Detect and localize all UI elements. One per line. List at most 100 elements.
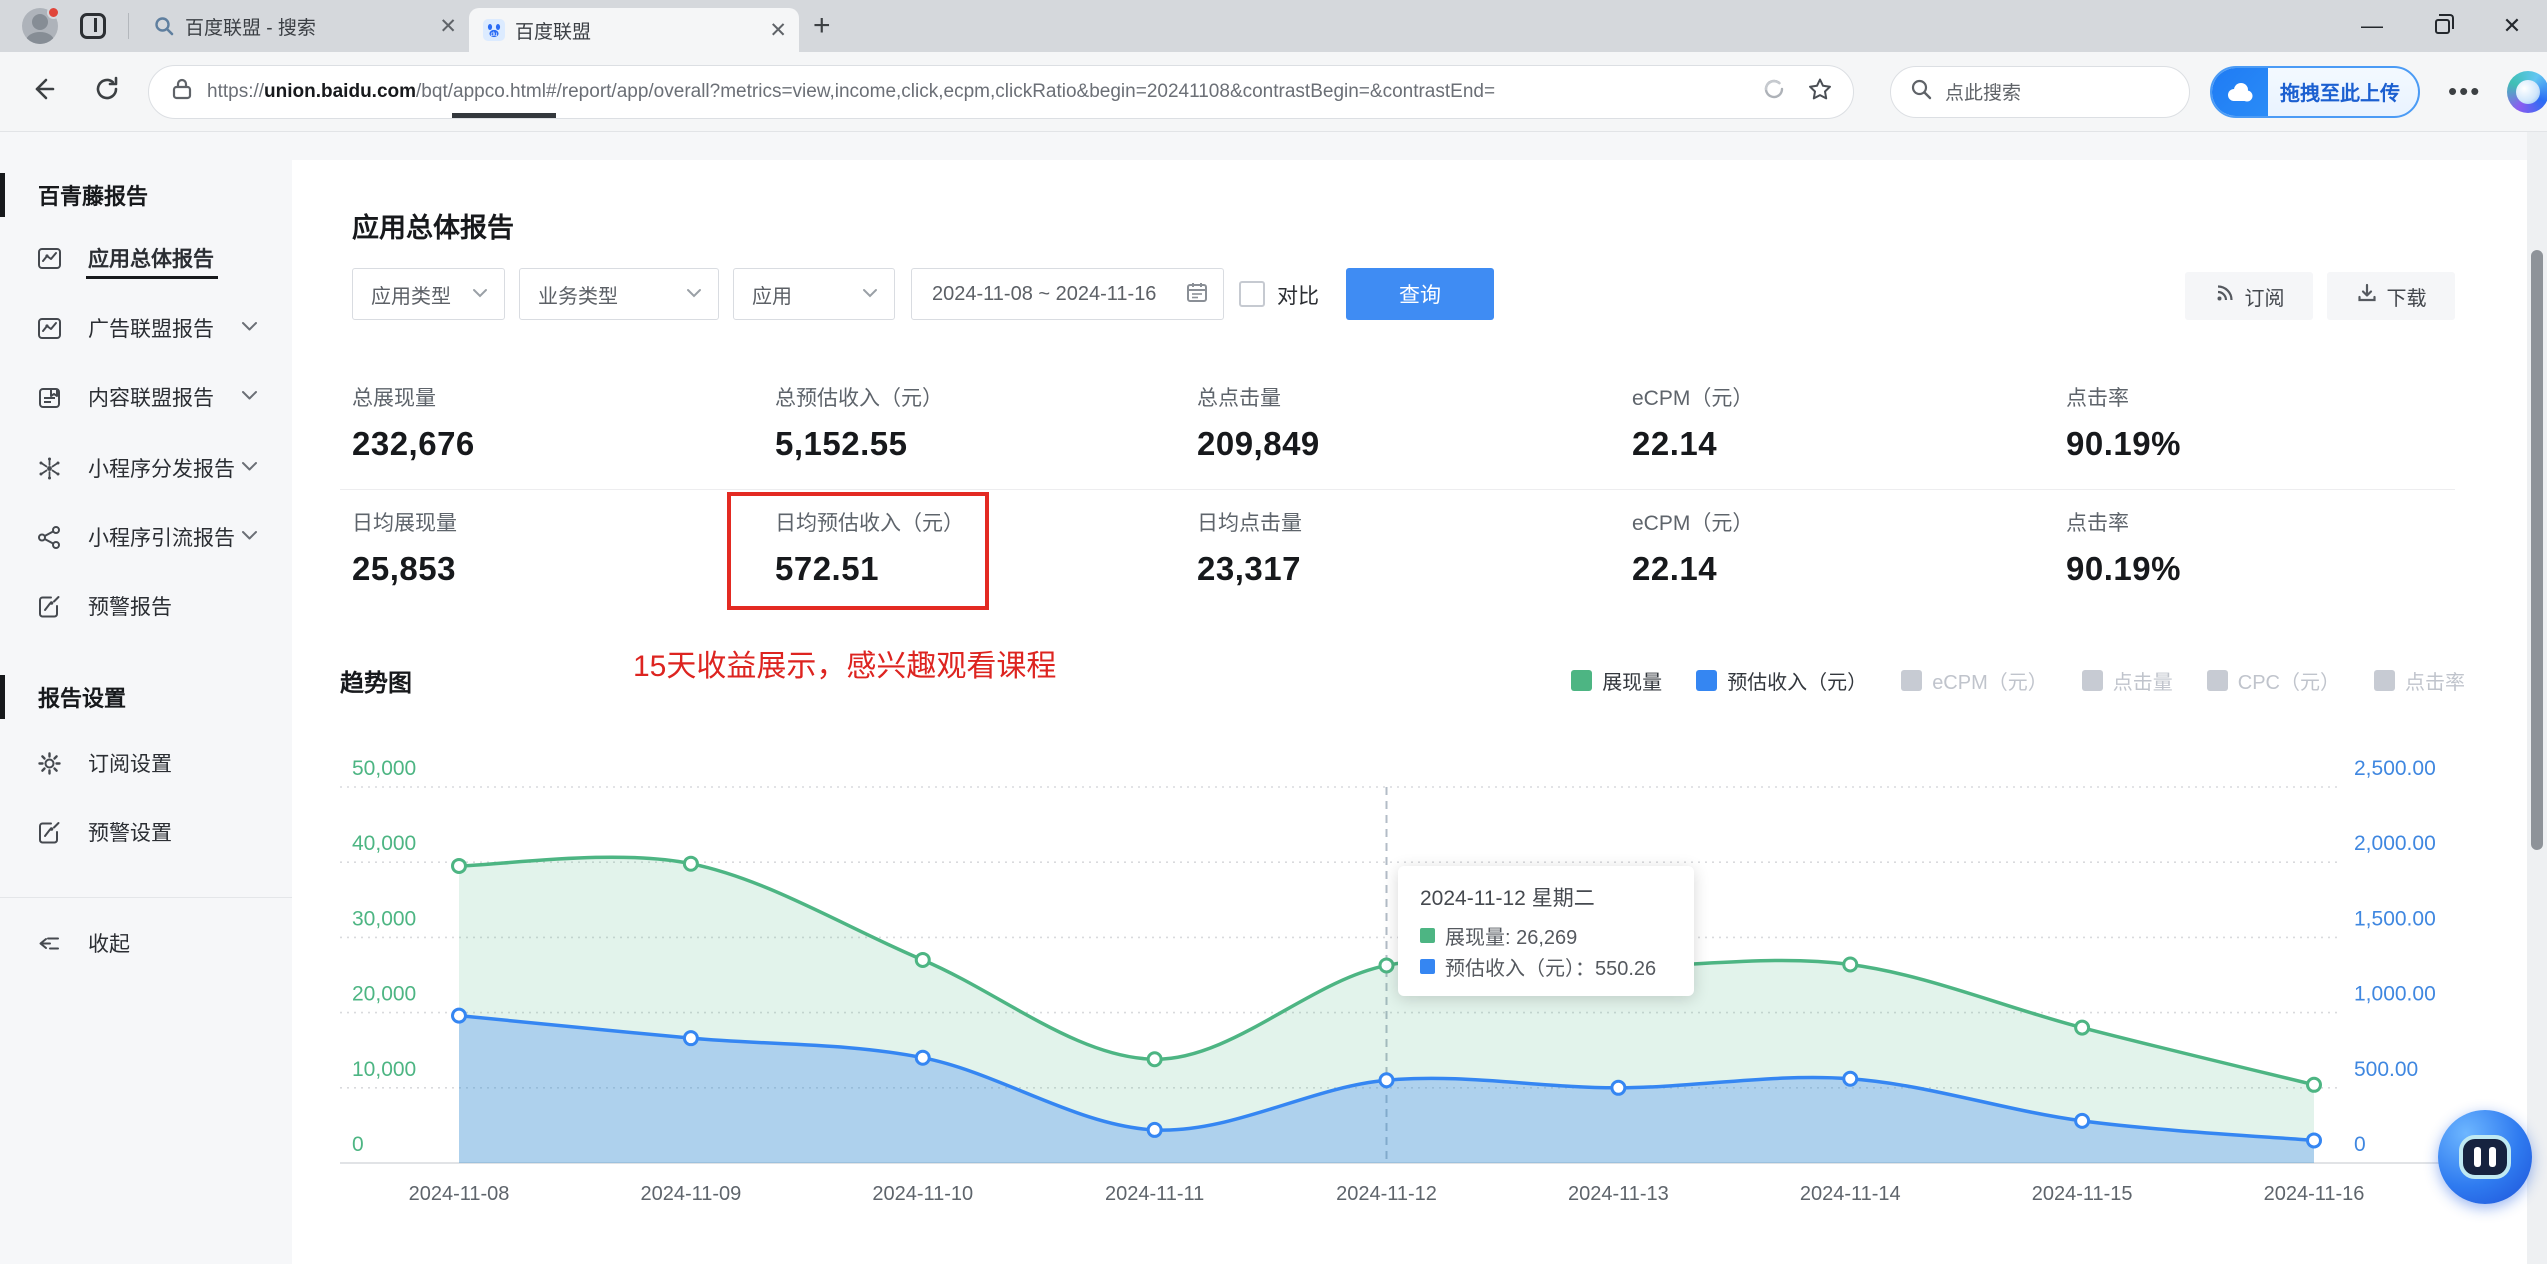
stat-label: 日均点击量 — [1197, 512, 1302, 535]
legend-item-CPC（元）[interactable]: CPC（元） — [2206, 666, 2340, 695]
chevron-down-icon — [862, 285, 878, 303]
content-report-icon — [36, 384, 63, 411]
download-icon — [2356, 282, 2378, 310]
copilot-icon[interactable] — [2507, 70, 2547, 113]
stat-value: 22.14 — [1632, 550, 1718, 587]
sidebar-item-订阅设置[interactable]: 订阅设置 — [0, 735, 292, 791]
legend-swatch — [2206, 670, 2228, 691]
legend-item-点击率[interactable]: 点击率 — [2374, 666, 2465, 695]
subscribe-button[interactable]: 订阅 — [2185, 272, 2313, 320]
stat-点击率: 点击率 90.19% — [2066, 382, 2466, 463]
restore-button[interactable] — [2407, 0, 2477, 52]
svg-text:2024-11-08: 2024-11-08 — [409, 1183, 510, 1205]
svg-text:2024-11-10: 2024-11-10 — [872, 1183, 973, 1205]
refresh-icon[interactable] — [92, 74, 122, 109]
minimize-button[interactable]: — — [2337, 0, 2407, 52]
favorite-star-icon[interactable] — [1807, 76, 1833, 107]
legend-item-展现量[interactable]: 展现量 — [1571, 666, 1662, 695]
red-highlight-box — [727, 492, 989, 610]
legend-item-预估收入（元）[interactable]: 预估收入（元） — [1696, 666, 1867, 695]
stat-value: 90.19% — [2066, 550, 2181, 587]
tab-close-icon[interactable]: ✕ — [769, 18, 787, 43]
date-range-input[interactable]: 2024-11-08 ~ 2024-11-16 — [911, 268, 1224, 320]
sidebar-section-title: 报告设置 — [38, 686, 127, 711]
data-point — [451, 857, 467, 874]
stat-value: 25,853 — [352, 550, 456, 587]
alert-report-icon — [36, 593, 63, 620]
lock-icon — [171, 77, 193, 106]
stat-日均预估收入（元）: 日均预估收入（元） 572.51 — [727, 492, 1175, 610]
legend-item-eCPM（元）[interactable]: eCPM（元） — [1901, 666, 2048, 695]
tooltip-series-value: 展现量: 26,269 — [1445, 927, 1578, 949]
sidebar-item-label: 预警设置 — [88, 822, 172, 845]
report-chart-icon — [36, 245, 63, 272]
section-accent-bar — [0, 675, 5, 719]
legend-swatch — [1571, 670, 1593, 691]
sidebar-item-小程序引流报告[interactable]: 小程序引流报告 — [0, 509, 292, 565]
address-bar[interactable]: https://union.baidu.com/bqt/appco.html#/… — [148, 64, 1854, 119]
netdisk-upload-button[interactable]: 拖拽至此上传 — [2210, 65, 2420, 118]
page-title: 应用总体报告 — [352, 213, 514, 243]
sidebar-item-label: 小程序分发报告 — [88, 458, 235, 481]
back-icon[interactable] — [28, 74, 58, 109]
svg-text:10,000: 10,000 — [352, 1058, 416, 1081]
chevron-down-icon — [241, 528, 258, 546]
legend-item-点击量[interactable]: 点击量 — [2081, 666, 2173, 695]
svg-text:40,000: 40,000 — [352, 832, 416, 855]
stat-label: eCPM（元） — [1632, 512, 1754, 535]
chart-title: 趋势图 — [340, 670, 412, 697]
stat-value: 232,676 — [352, 425, 475, 462]
compare-checkbox[interactable] — [1239, 281, 1265, 307]
ai-assistant-button[interactable] — [2438, 1110, 2532, 1204]
scrollbar-thumb[interactable] — [2531, 250, 2543, 850]
red-annotation-text: 15天收益展示，感兴趣观看课程 — [633, 650, 1057, 683]
tab-title: 百度联盟 - 搜索 — [185, 17, 316, 39]
translate-icon[interactable] — [1761, 76, 1787, 107]
search-favicon-icon — [153, 15, 175, 37]
svg-text:30,000: 30,000 — [352, 907, 416, 930]
sidebar-item-label: 订阅设置 — [88, 753, 172, 776]
tab-close-icon[interactable]: ✕ — [439, 14, 457, 39]
svg-text:2,500.00: 2,500.00 — [2354, 757, 2436, 780]
app-select[interactable]: 应用 — [733, 268, 895, 320]
stat-总点击量: 总点击量 209,849 — [1197, 382, 1597, 463]
browser-menu-icon[interactable]: ••• — [2448, 76, 2481, 107]
tab-baidu-search[interactable]: 百度联盟 - 搜索 ✕ — [139, 6, 469, 46]
business-type-select[interactable]: 业务类型 — [519, 268, 719, 320]
svg-text:2024-11-14: 2024-11-14 — [1800, 1183, 1901, 1205]
new-tab-button[interactable]: + — [813, 9, 831, 43]
legend-swatch — [2081, 670, 2103, 691]
data-point — [1146, 1051, 1163, 1068]
data-point — [2306, 1076, 2322, 1093]
stat-value: 209,849 — [1197, 425, 1320, 462]
url-text: https://union.baidu.com/bqt/appco.html#/… — [207, 80, 1496, 102]
tab-baidu-union[interactable]: du 百度联盟 ✕ — [469, 8, 799, 52]
svg-text:500.00: 500.00 — [2354, 1058, 2418, 1081]
chart-tooltip: 2024-11-12 星期二 展现量: 26,269 预估收入（元）：550.26 — [1398, 866, 1694, 996]
data-point — [451, 1007, 467, 1024]
sidebar-item-预警报告[interactable]: 预警报告 — [0, 578, 292, 634]
sidebar-item-小程序分发报告[interactable]: 小程序分发报告 — [0, 440, 292, 496]
app-type-select[interactable]: 应用类型 — [352, 268, 505, 320]
data-point — [914, 951, 931, 968]
sidebar-item-广告联盟报告[interactable]: 广告联盟报告 — [0, 300, 292, 356]
svg-text:1,500.00: 1,500.00 — [2354, 907, 2436, 930]
legend-swatch — [2374, 670, 2395, 691]
close-button[interactable]: ✕ — [2477, 0, 2547, 52]
quick-search-box[interactable]: 点此搜索 — [1890, 65, 2190, 118]
share-icon — [36, 524, 63, 551]
page-scrollbar — [2527, 132, 2547, 1264]
browser-window: 百度联盟 - 搜索 ✕ du 百度联盟 ✕ + — ✕ https://unio… — [0, 0, 2547, 1264]
query-button[interactable]: 查询 — [1346, 268, 1494, 320]
data-point — [682, 855, 699, 872]
sidebar-item-预警设置[interactable]: 预警设置 — [0, 804, 292, 860]
stat-总预估收入（元）: 总预估收入（元） 5,152.55 — [775, 382, 1175, 463]
data-point — [1378, 957, 1395, 974]
workspaces-icon[interactable] — [80, 13, 106, 39]
collapse-sidebar-button[interactable]: 收起 — [0, 915, 292, 971]
sidebar-item-内容联盟报告[interactable]: 内容联盟报告 — [0, 369, 292, 425]
download-button[interactable]: 下载 — [2327, 272, 2455, 320]
alert-report-icon — [36, 819, 63, 846]
calendar-icon — [1185, 280, 1209, 309]
stat-value: 23,317 — [1197, 550, 1301, 587]
